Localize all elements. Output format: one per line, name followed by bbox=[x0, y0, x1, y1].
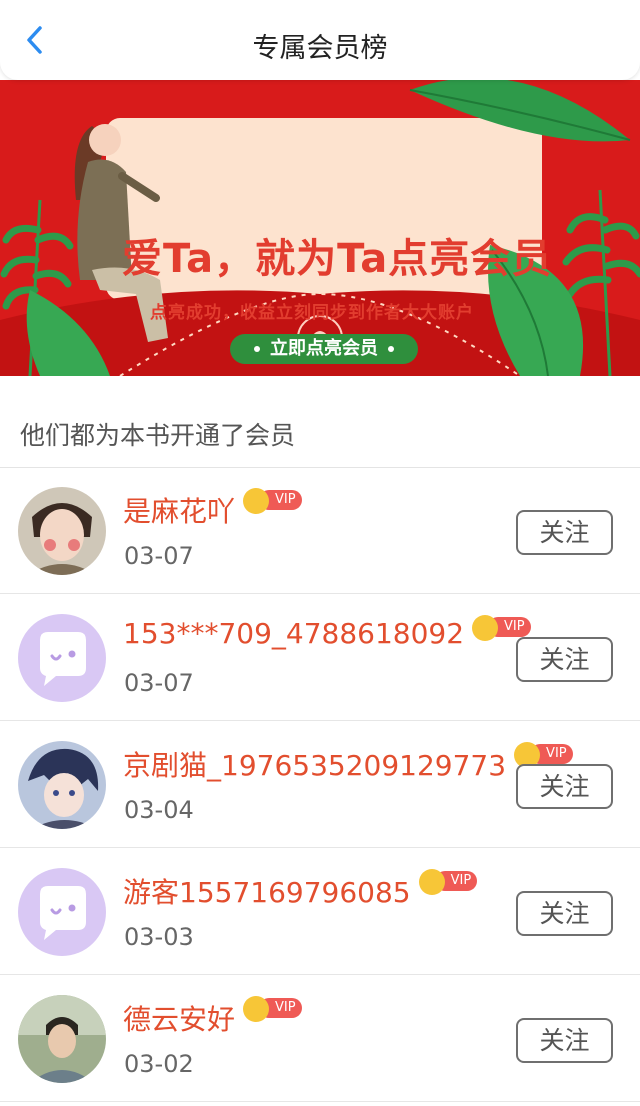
member-name-line: 游客1557169796085 VIP bbox=[123, 869, 478, 911]
follow-button[interactable]: 关注 bbox=[516, 637, 613, 682]
dot-icon bbox=[254, 346, 260, 352]
member-date: 03-02 bbox=[124, 1050, 194, 1078]
follow-button[interactable]: 关注 bbox=[516, 891, 613, 936]
vip-badge: VIP bbox=[243, 488, 302, 514]
member-name-line: 153***709_4788618092 VIP bbox=[123, 615, 531, 650]
member-date: 03-07 bbox=[124, 542, 194, 570]
member-name: 德云安好 bbox=[123, 1003, 236, 1036]
crown-icon bbox=[243, 488, 270, 514]
banner-subtitle: 点亮成功，收益立刻同步到作者大大账户 bbox=[150, 303, 474, 323]
avatar[interactable] bbox=[18, 741, 106, 829]
avatar[interactable] bbox=[18, 868, 106, 956]
follow-button[interactable]: 关注 bbox=[516, 1018, 613, 1063]
member-name: 京剧猫_1976535209129773 bbox=[123, 749, 507, 782]
page-title: 专属会员榜 bbox=[252, 33, 388, 64]
vip-badge: VIP bbox=[418, 869, 478, 895]
crown-icon bbox=[418, 869, 445, 895]
cta-label: 立即点亮会员 bbox=[270, 338, 378, 359]
avatar[interactable] bbox=[18, 995, 106, 1083]
follow-button[interactable]: 关注 bbox=[516, 510, 613, 555]
avatar[interactable] bbox=[18, 487, 106, 575]
member-date: 03-03 bbox=[124, 923, 194, 951]
banner-headline: 爱Ta，就为Ta点亮会员 bbox=[122, 236, 553, 282]
member-name: 是麻花吖 bbox=[123, 495, 236, 528]
top-navbar: 专属会员榜 bbox=[0, 0, 640, 80]
photo-avatar-icon bbox=[18, 487, 106, 575]
member-name: 153***709_4788618092 bbox=[123, 617, 465, 650]
member-row[interactable]: 游客1557169796085 VIP 03-03 关注 bbox=[0, 849, 640, 975]
vip-badge: VIP bbox=[243, 996, 302, 1022]
light-up-vip-button[interactable]: 立即点亮会员 bbox=[230, 334, 418, 364]
avatar[interactable] bbox=[18, 614, 106, 702]
dot-icon bbox=[388, 346, 394, 352]
member-name-line: 京剧猫_1976535209129773 VIP bbox=[123, 742, 573, 784]
crown-icon bbox=[243, 996, 270, 1022]
default-chat-avatar-icon bbox=[18, 614, 106, 702]
member-row[interactable]: 德云安好 VIP 03-02 关注 bbox=[0, 976, 640, 1102]
crown-icon bbox=[472, 615, 499, 641]
promo-banner[interactable]: 爱Ta，就为Ta点亮会员 点亮成功，收益立刻同步到作者大大账户 立即点亮会员 bbox=[0, 80, 640, 376]
default-chat-avatar-icon bbox=[18, 868, 106, 956]
follow-button[interactable]: 关注 bbox=[516, 764, 613, 809]
member-row[interactable]: 是麻花吖 VIP 03-07 关注 bbox=[0, 468, 640, 594]
member-name-line: 是麻花吖 VIP bbox=[123, 488, 302, 530]
section-title: 他们都为本书开通了会员 bbox=[20, 421, 296, 450]
member-name-line: 德云安好 VIP bbox=[123, 996, 302, 1038]
member-row[interactable]: 153***709_4788618092 VIP 03-07 关注 bbox=[0, 595, 640, 721]
anime-avatar-icon bbox=[18, 741, 106, 829]
member-row[interactable]: 京剧猫_1976535209129773 VIP 03-04 关注 bbox=[0, 722, 640, 848]
member-name: 游客1557169796085 bbox=[123, 876, 411, 909]
member-date: 03-07 bbox=[124, 669, 194, 697]
photo-avatar-icon bbox=[18, 995, 106, 1083]
member-date: 03-04 bbox=[124, 796, 194, 824]
